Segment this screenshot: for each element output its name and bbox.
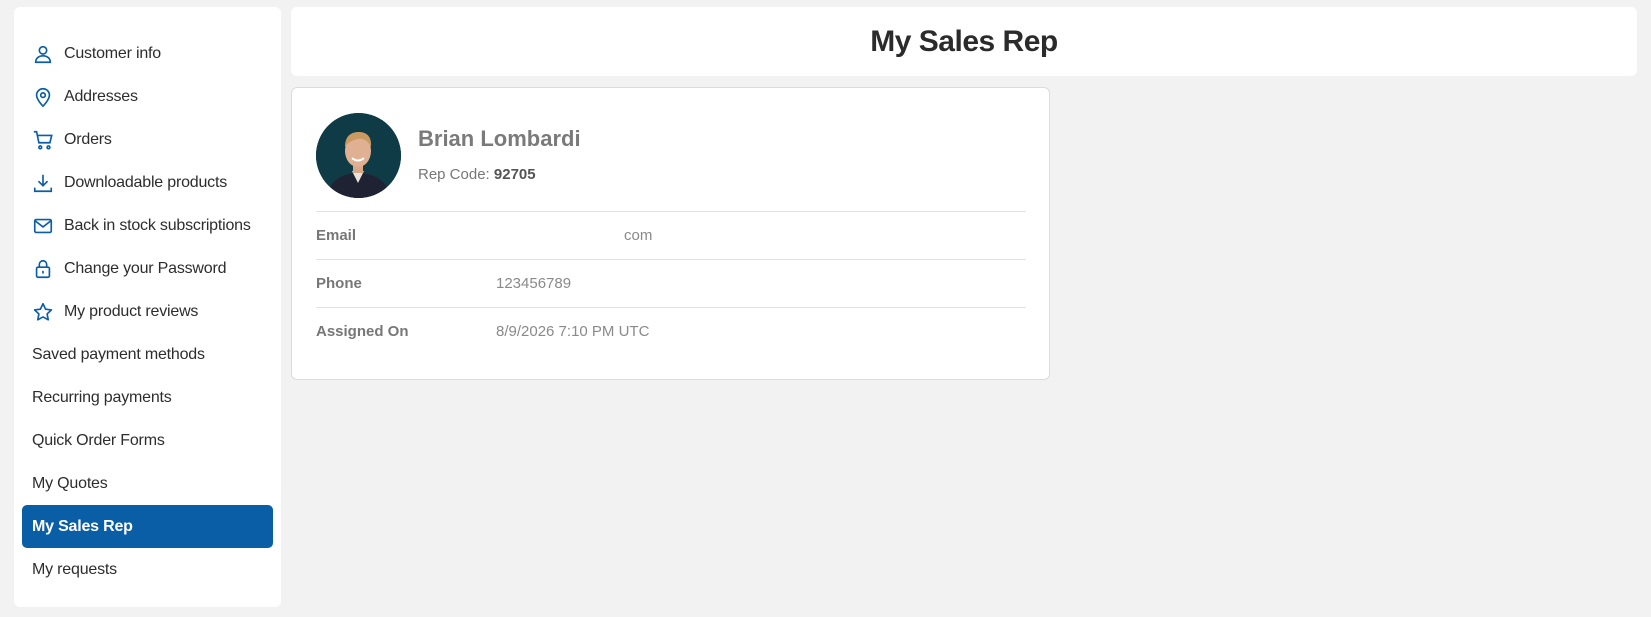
- sidebar-item-product-reviews[interactable]: My product reviews: [22, 290, 273, 333]
- sidebar-item-label: Back in stock subscriptions: [64, 216, 251, 234]
- sidebar-item-my-requests[interactable]: My requests: [22, 548, 273, 591]
- rep-code-value: 92705: [493, 166, 536, 183]
- rep-details: Email com Phone 123456789 Assigned On 8/…: [316, 211, 1026, 355]
- sidebar-item-addresses[interactable]: Addresses: [22, 75, 273, 118]
- sidebar-item-label: Addresses: [64, 87, 138, 105]
- sidebar-item-label: Saved payment methods: [32, 345, 205, 363]
- account-nav: Customer info Addresses Orders Downloada…: [14, 32, 281, 591]
- envelope-icon: [32, 215, 54, 237]
- sidebar-item-label: Orders: [64, 130, 112, 148]
- phone-value: 123456789: [496, 275, 572, 292]
- account-sidebar: Customer info Addresses Orders Downloada…: [14, 7, 281, 607]
- sidebar-item-label: Customer info: [64, 44, 161, 62]
- sidebar-item-label: Recurring payments: [32, 388, 172, 406]
- sidebar-item-recurring-payments[interactable]: Recurring payments: [22, 376, 273, 419]
- sidebar-item-label: Downloadable products: [64, 173, 228, 191]
- sales-rep-card: Brian Lombardi Rep Code: 92705 Email com…: [291, 87, 1050, 380]
- map-pin-icon: [32, 86, 54, 108]
- lock-icon: [32, 258, 54, 280]
- page-title: My Sales Rep: [870, 24, 1058, 58]
- sidebar-item-customer-info[interactable]: Customer info: [22, 32, 273, 75]
- sidebar-item-quick-order-forms[interactable]: Quick Order Forms: [22, 419, 273, 462]
- rep-code-label: Rep Code:: [418, 166, 490, 183]
- cart-icon: [32, 129, 54, 151]
- assigned-on-value: 8/9/2026 7:10 PM UTC: [496, 323, 650, 340]
- sidebar-item-label: My product reviews: [64, 302, 199, 320]
- sidebar-item-change-password[interactable]: Change your Password: [22, 247, 273, 290]
- sidebar-item-label: Change your Password: [64, 259, 227, 277]
- detail-row-assigned-on: Assigned On 8/9/2026 7:10 PM UTC: [316, 307, 1026, 355]
- email-value[interactable]: com: [496, 227, 652, 244]
- sidebar-item-my-sales-rep[interactable]: My Sales Rep: [22, 505, 273, 548]
- rep-name: Brian Lombardi: [418, 126, 581, 151]
- sidebar-item-label: My Quotes: [32, 474, 108, 492]
- sidebar-item-downloadable-products[interactable]: Downloadable products: [22, 161, 273, 204]
- sidebar-item-back-in-stock[interactable]: Back in stock subscriptions: [22, 204, 273, 247]
- detail-label: Assigned On: [316, 323, 409, 340]
- detail-row-email: Email com: [316, 211, 1026, 259]
- sidebar-item-my-quotes[interactable]: My Quotes: [22, 462, 273, 505]
- person-icon: [32, 43, 54, 65]
- detail-label: Phone: [316, 275, 362, 292]
- sidebar-item-saved-payment-methods[interactable]: Saved payment methods: [22, 333, 273, 376]
- rep-code: Rep Code: 92705: [418, 166, 536, 183]
- sidebar-item-label: My Sales Rep: [32, 517, 133, 535]
- download-icon: [32, 172, 54, 194]
- star-icon: [32, 301, 54, 323]
- sidebar-item-label: Quick Order Forms: [32, 431, 165, 449]
- detail-row-phone: Phone 123456789: [316, 259, 1026, 307]
- sidebar-item-orders[interactable]: Orders: [22, 118, 273, 161]
- sidebar-item-label: My requests: [32, 560, 117, 578]
- avatar: [316, 113, 401, 198]
- page-header: My Sales Rep: [291, 7, 1637, 76]
- detail-label: Email: [316, 227, 357, 244]
